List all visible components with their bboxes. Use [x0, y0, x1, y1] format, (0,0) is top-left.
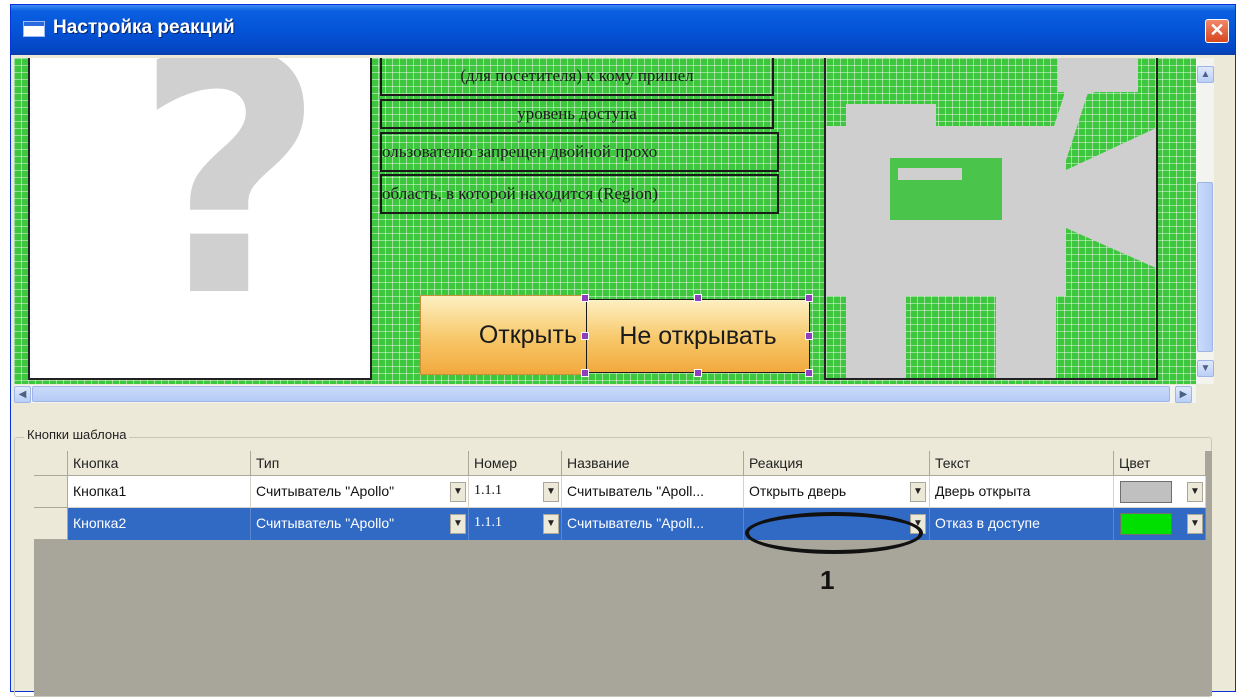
window-icon: [23, 21, 45, 37]
column-header-reaction[interactable]: Реакция: [744, 451, 930, 476]
column-header-number[interactable]: Номер: [469, 451, 562, 476]
selection-handle-middle-right[interactable]: [805, 332, 813, 340]
table-cell-type[interactable]: Считыватель "Apollo": [251, 508, 469, 540]
title-bar[interactable]: Настройка реакций ✕: [11, 5, 1235, 55]
window-title: Настройка реакций: [53, 17, 235, 38]
template-preview[interactable]: ? (для посетителя) к кому пришел уровень…: [14, 58, 1196, 384]
video-camera-icon: [826, 58, 1156, 378]
field-access-level[interactable]: уровень доступа: [380, 99, 774, 129]
field-region[interactable]: область, в которой находится (Region): [380, 174, 779, 214]
callout-number: 1: [820, 565, 835, 595]
chevron-down-icon[interactable]: ▼: [1187, 514, 1203, 534]
buttons-table: Кнопка Тип Номер Название Реакция Текст …: [34, 451, 1212, 696]
open-button[interactable]: Открыть: [420, 295, 588, 375]
horizontal-scrollbar[interactable]: ◀ ▶: [14, 385, 1196, 403]
selection-handle-bottom-left[interactable]: [581, 369, 589, 377]
selection-handle-bottom-right[interactable]: [805, 369, 813, 377]
column-header-name[interactable]: Название: [562, 451, 744, 476]
chevron-down-icon[interactable]: ▼: [1187, 482, 1203, 502]
chevron-down-icon[interactable]: ▼: [910, 482, 926, 502]
table-cell-text[interactable]: Отказ в доступе: [930, 508, 1114, 540]
column-header-button[interactable]: Кнопка: [68, 451, 251, 476]
photo-placeholder[interactable]: ?: [28, 58, 372, 380]
callout-ellipse: [745, 512, 923, 554]
vertical-scroll-thumb[interactable]: [1197, 182, 1213, 352]
selection-handle-top-left[interactable]: [581, 294, 589, 302]
table-cell-button[interactable]: Кнопка1: [68, 476, 251, 508]
field-double-pass[interactable]: ользователю запрещен двойной прохо: [380, 132, 779, 172]
vertical-scrollbar[interactable]: ▲ ▼: [1196, 58, 1214, 384]
chevron-down-icon[interactable]: ▼: [543, 482, 559, 502]
chevron-down-icon[interactable]: ▼: [543, 514, 559, 534]
column-header-type[interactable]: Тип: [251, 451, 469, 476]
table-cell-name[interactable]: Считыватель "Apoll...: [562, 476, 744, 508]
chevron-down-icon[interactable]: ▼: [450, 482, 466, 502]
do-not-open-button[interactable]: Не открывать: [586, 299, 810, 373]
table-cell-button[interactable]: Кнопка2: [68, 508, 251, 540]
scroll-up-icon[interactable]: ▲: [1197, 66, 1214, 83]
camera-placeholder[interactable]: [824, 58, 1158, 380]
selection-handle-top-middle[interactable]: [694, 294, 702, 302]
selection-handle-top-right[interactable]: [805, 294, 813, 302]
color-swatch-gray[interactable]: [1120, 481, 1172, 503]
column-header-text[interactable]: Текст: [930, 451, 1114, 476]
group-label: Кнопки шаблона: [24, 427, 130, 442]
column-header-color[interactable]: Цвет: [1114, 451, 1206, 476]
row-header-corner: [34, 451, 68, 476]
color-swatch-green[interactable]: [1120, 513, 1172, 535]
selection-handle-middle-left[interactable]: [581, 332, 589, 340]
scroll-down-icon[interactable]: ▼: [1197, 360, 1214, 377]
chevron-down-icon[interactable]: ▼: [450, 514, 466, 534]
field-visitor-host[interactable]: (для посетителя) к кому пришел: [380, 58, 774, 96]
horizontal-scroll-thumb[interactable]: [32, 386, 1170, 402]
selection-handle-bottom-middle[interactable]: [694, 369, 702, 377]
question-mark-icon: ?: [134, 58, 326, 369]
scroll-right-icon[interactable]: ▶: [1175, 386, 1192, 403]
row-selector[interactable]: [34, 476, 68, 508]
scroll-left-icon[interactable]: ◀: [14, 386, 31, 403]
table-cell-text[interactable]: Дверь открыта: [930, 476, 1114, 508]
table-cell-type[interactable]: Считыватель "Apollo": [251, 476, 469, 508]
row-selector[interactable]: [34, 508, 68, 540]
table-cell-name[interactable]: Считыватель "Apoll...: [562, 508, 744, 540]
close-button[interactable]: ✕: [1205, 19, 1229, 43]
table-cell-reaction[interactable]: Открыть дверь: [744, 476, 930, 508]
